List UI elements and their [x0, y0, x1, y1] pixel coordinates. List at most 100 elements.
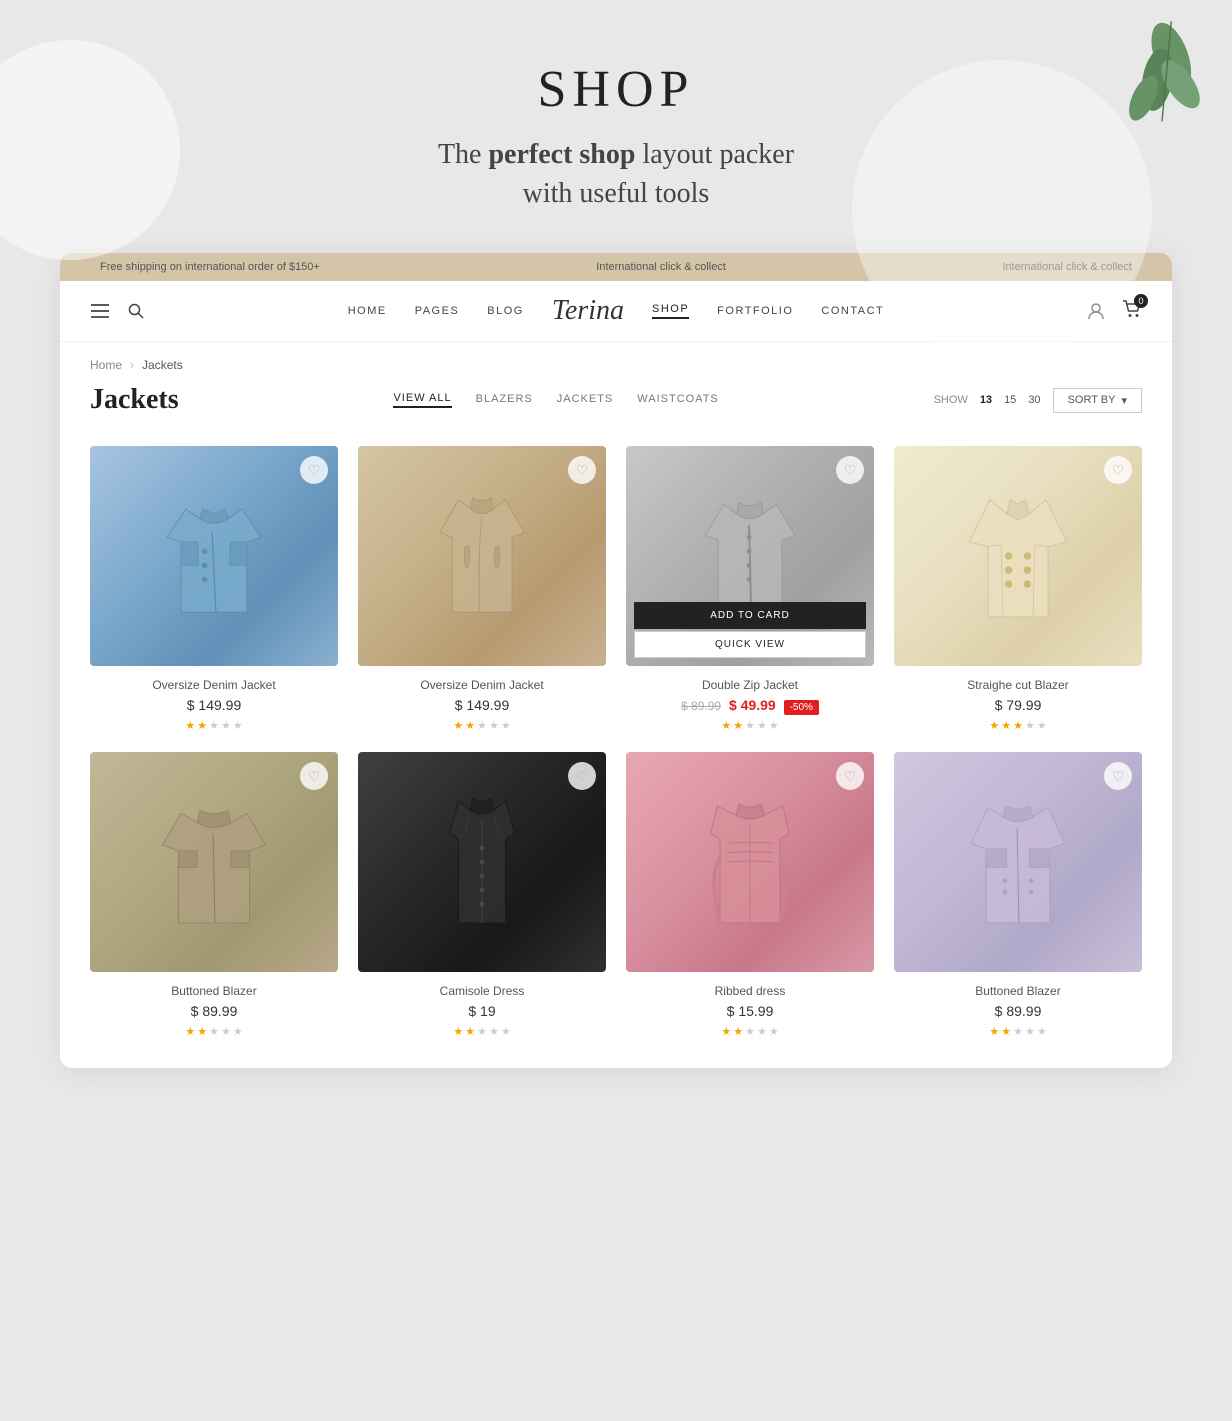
brand-logo: Terina — [552, 295, 624, 327]
filter-jackets[interactable]: JACKETS — [557, 393, 614, 407]
product-price-2: $ 149.99 — [358, 697, 606, 713]
star: ★ — [453, 1025, 463, 1038]
product-image-6 — [358, 752, 606, 972]
shop-card: Free shipping on international order of … — [60, 253, 1172, 1068]
product-card-6: ♡ Camisole Dress $ 19 ★ ★ ★ ★ ★ — [348, 742, 616, 1048]
star: ★ — [989, 719, 999, 732]
show-controls: SHOW 13 15 30 SORT BY ▾ — [934, 388, 1142, 413]
product-image-wrapper-7: ♡ — [626, 752, 874, 972]
filter-tabs: VIEW ALL BLAZERS JACKETS WAISTCOATS — [393, 392, 718, 408]
product-price-5: $ 89.99 — [90, 1003, 338, 1019]
star: ★ — [721, 719, 731, 732]
hero-subtitle: The perfect shop layout packer with usef… — [20, 135, 1212, 213]
product-card-5: ♡ Buttoned Blazer $ 89.99 ★ ★ ★ ★ ★ — [80, 742, 348, 1048]
product-image-wrapper-4: ♡ — [894, 446, 1142, 666]
banner-center: International click & collect — [596, 261, 726, 273]
star: ★ — [745, 1025, 755, 1038]
product-image-wrapper-6: ♡ — [358, 752, 606, 972]
nav-blog[interactable]: BLOG — [487, 305, 524, 317]
star: ★ — [185, 1025, 195, 1038]
star: ★ — [453, 719, 463, 732]
star-rating-6: ★ ★ ★ ★ ★ — [358, 1025, 606, 1038]
product-card-3: ♡ ADD TO CARD QUICK VIEW Double Zip Jack… — [616, 436, 884, 742]
star: ★ — [733, 1025, 743, 1038]
nav-home[interactable]: HOME — [348, 305, 387, 317]
star: ★ — [1025, 1025, 1035, 1038]
show-label: SHOW — [934, 394, 968, 406]
product-price-6: $ 19 — [358, 1003, 606, 1019]
nav-shop[interactable]: SHOP — [652, 303, 689, 319]
star: ★ — [721, 1025, 731, 1038]
product-image-5 — [90, 752, 338, 972]
price-original-3: $ 89.99 — [681, 699, 721, 713]
star: ★ — [197, 719, 207, 732]
star: ★ — [233, 719, 243, 732]
cart-wrapper[interactable]: 0 — [1122, 300, 1142, 323]
nav-center-links: HOME PAGES BLOG Terina SHOP FORTFOLIO CO… — [348, 295, 885, 327]
nav-contact[interactable]: CONTACT — [821, 305, 884, 317]
product-image-8 — [894, 752, 1142, 972]
nav-left — [90, 301, 146, 321]
chevron-down-icon: ▾ — [1121, 394, 1127, 407]
star: ★ — [209, 1025, 219, 1038]
show-13[interactable]: 13 — [980, 394, 992, 406]
filter-view-all[interactable]: VIEW ALL — [393, 392, 451, 408]
star: ★ — [757, 719, 767, 732]
star: ★ — [489, 1025, 499, 1038]
product-price-7: $ 15.99 — [626, 1003, 874, 1019]
nav-fortfolio[interactable]: FORTFOLIO — [717, 305, 793, 317]
hamburger-icon[interactable] — [90, 301, 110, 321]
star-rating-4: ★ ★ ★ ★ ★ — [894, 719, 1142, 732]
page-wrapper: SHOP The perfect shop layout packer with… — [0, 0, 1232, 1108]
filter-blazers[interactable]: BLAZERS — [476, 393, 533, 407]
star: ★ — [1037, 1025, 1047, 1038]
product-name-6: Camisole Dress — [358, 984, 606, 998]
star-rating-5: ★ ★ ★ ★ ★ — [90, 1025, 338, 1038]
filter-waistcoats[interactable]: WAISTCOATS — [637, 393, 719, 407]
star: ★ — [1001, 1025, 1011, 1038]
star: ★ — [1001, 719, 1011, 732]
breadcrumb-home[interactable]: Home — [90, 358, 122, 372]
subtitle-end: layout packer — [635, 139, 794, 170]
add-to-cart-btn-3[interactable]: ADD TO CARD — [634, 602, 866, 629]
product-overlay-3: ADD TO CARD QUICK VIEW — [626, 594, 874, 666]
star: ★ — [477, 1025, 487, 1038]
search-icon[interactable] — [126, 301, 146, 321]
star: ★ — [477, 719, 487, 732]
star: ★ — [733, 719, 743, 732]
product-price-8: $ 89.99 — [894, 1003, 1142, 1019]
hero-title: SHOP — [20, 60, 1212, 119]
product-image-2 — [358, 446, 606, 666]
star: ★ — [209, 719, 219, 732]
page-header: Jackets VIEW ALL BLAZERS JACKETS WAISTCO… — [60, 380, 1172, 436]
star: ★ — [745, 719, 755, 732]
product-card-4: ♡ Straighe cut Blazer $ 79.99 ★ ★ ★ ★ ★ — [884, 436, 1152, 742]
nav-pages[interactable]: PAGES — [415, 305, 460, 317]
star: ★ — [465, 719, 475, 732]
product-card-2: ♡ Oversize Denim Jacket $ 149.99 ★ ★ ★ ★… — [348, 436, 616, 742]
show-15[interactable]: 15 — [1004, 394, 1016, 406]
product-card-7: ♡ Ribbed dress $ 15.99 ★ ★ ★ ★ ★ — [616, 742, 884, 1048]
product-name-1: Oversize Denim Jacket — [90, 678, 338, 692]
cart-badge: 0 — [1134, 294, 1148, 308]
banner-left: Free shipping on international order of … — [100, 261, 320, 273]
product-name-3: Double Zip Jacket — [626, 678, 874, 692]
quick-view-btn-3[interactable]: QUICK VIEW — [634, 631, 866, 658]
hero-section: SHOP The perfect shop layout packer with… — [0, 0, 1232, 253]
star: ★ — [769, 719, 779, 732]
price-sale-3: $ 49.99 — [729, 697, 776, 713]
show-30[interactable]: 30 — [1028, 394, 1040, 406]
product-price-3: $ 89.99 $ 49.99 -50% — [626, 697, 874, 713]
sort-button[interactable]: SORT BY ▾ — [1053, 388, 1142, 413]
star-rating-1: ★ ★ ★ ★ ★ — [90, 719, 338, 732]
product-image-wrapper-8: ♡ — [894, 752, 1142, 972]
star: ★ — [221, 719, 231, 732]
star: ★ — [221, 1025, 231, 1038]
product-name-2: Oversize Denim Jacket — [358, 678, 606, 692]
product-card-1: ♡ Oversize Denim Jacket $ 149.99 ★ ★ ★ ★… — [80, 436, 348, 742]
product-image-7 — [626, 752, 874, 972]
star: ★ — [1013, 1025, 1023, 1038]
product-name-4: Straighe cut Blazer — [894, 678, 1142, 692]
star: ★ — [757, 1025, 767, 1038]
product-price-1: $ 149.99 — [90, 697, 338, 713]
